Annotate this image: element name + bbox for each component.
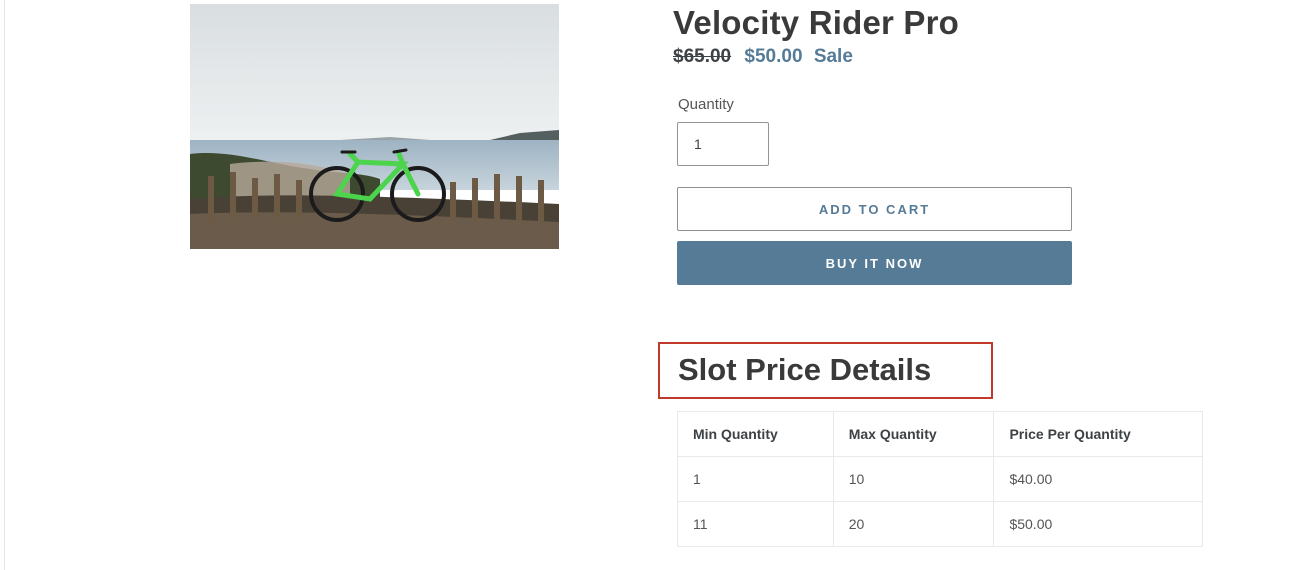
page-edge-divider — [4, 0, 5, 570]
product-image[interactable] — [190, 4, 559, 249]
column-header-min-quantity: Min Quantity — [677, 411, 834, 457]
slot-price-table: Min Quantity Max Quantity Price Per Quan… — [677, 411, 1203, 547]
max-quantity-cell: 20 — [832, 501, 995, 547]
slot-price-heading: Slot Price Details — [678, 352, 932, 387]
sale-label: Sale — [813, 46, 853, 67]
regular-price: $65.00 — [673, 46, 732, 67]
price-row: $65.00 $50.00 Sale — [673, 46, 853, 68]
sale-price: $50.00 — [744, 46, 803, 67]
add-to-cart-button[interactable]: ADD TO CART — [677, 187, 1072, 231]
min-quantity-cell: 1 — [677, 456, 834, 502]
max-quantity-cell: 10 — [832, 456, 995, 502]
column-header-price-per-quantity: Price Per Quantity — [993, 411, 1203, 457]
price-cell: $50.00 — [993, 501, 1203, 547]
price-cell: $40.00 — [993, 456, 1203, 502]
quantity-input[interactable] — [677, 122, 769, 166]
min-quantity-cell: 11 — [677, 501, 834, 547]
table-row: 11 20 $50.00 — [677, 501, 1203, 547]
column-header-max-quantity: Max Quantity — [832, 411, 995, 457]
product-title: Velocity Rider Pro — [673, 4, 960, 41]
table-header-row: Min Quantity Max Quantity Price Per Quan… — [677, 411, 1203, 457]
buy-it-now-button[interactable]: BUY IT NOW — [677, 241, 1072, 285]
table-row: 1 10 $40.00 — [677, 456, 1203, 502]
bicycle-photo — [190, 4, 559, 249]
quantity-label: Quantity — [678, 96, 734, 113]
